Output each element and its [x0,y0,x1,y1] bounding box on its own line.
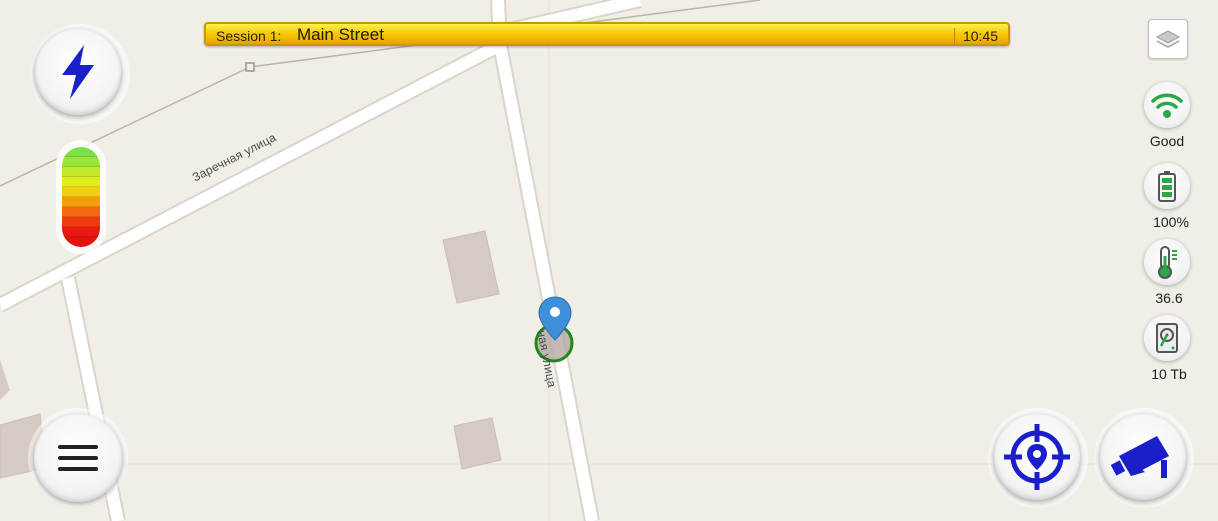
layers-icon [1155,30,1181,48]
layers-button[interactable] [1148,19,1188,59]
storage-status-label: 10 Tb [1151,366,1187,382]
camera-button[interactable] [1100,414,1186,500]
level-segment [62,167,100,177]
signal-status-label: Good [1149,133,1185,149]
session-street-name: Main Street [297,25,384,44]
session-time: 10:45 [953,28,998,44]
session-bar: Session 1: Main Street 10:45 [204,22,1010,46]
hamburger-icon [58,445,98,471]
level-segment [62,237,100,247]
level-segment [62,207,100,217]
level-meter [56,140,106,254]
level-segment [62,187,100,197]
crosshair-pin-icon [1004,424,1070,490]
level-segment [62,197,100,207]
level-segment [62,147,100,157]
hard-drive-icon [1156,323,1178,353]
lightning-icon [62,45,94,99]
session-label: Session 1: [216,28,282,44]
battery-icon [1158,171,1176,202]
thermometer-icon [1158,246,1177,279]
signal-status-button[interactable] [1144,82,1190,128]
cctv-camera-icon [1111,436,1169,478]
level-meter-bar [62,147,100,247]
storage-status-button[interactable] [1144,315,1190,361]
battery-status-button[interactable] [1144,163,1190,209]
temperature-status-label: 36.6 [1155,290,1183,306]
battery-status-label: 100% [1153,214,1189,230]
level-segment [62,177,100,187]
wifi-icon [1151,93,1183,118]
locate-button[interactable] [994,414,1080,500]
power-button[interactable] [35,29,121,115]
level-segment [62,157,100,167]
menu-button[interactable] [34,414,122,502]
level-segment [62,227,100,237]
temperature-status-button[interactable] [1144,239,1190,285]
level-segment [62,217,100,227]
